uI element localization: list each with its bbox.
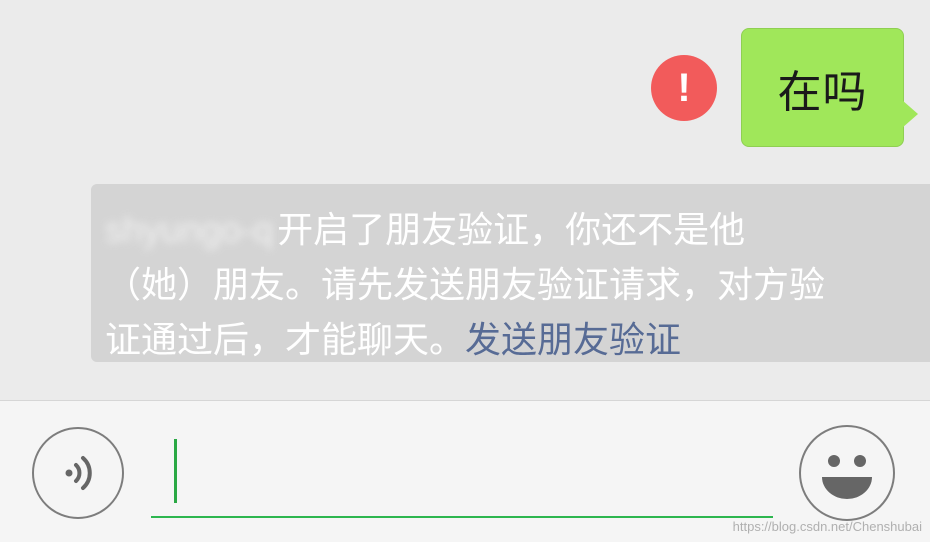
- bubble-tail: [902, 100, 918, 128]
- emoji-smile-icon: [822, 455, 872, 499]
- outgoing-message[interactable]: 在吗: [741, 28, 918, 147]
- input-bar: https://blog.csdn.net/Chenshubai: [0, 400, 930, 542]
- voice-input-icon: [65, 456, 92, 490]
- error-symbol: !: [677, 66, 691, 110]
- watermark: https://blog.csdn.net/Chenshubai: [732, 519, 922, 534]
- exclamation-error-icon[interactable]: !: [651, 55, 717, 121]
- system-notice: shyungo-q 开启了朋友验证，你还不是他 （她）朋友。请先发送朋友验证请求，…: [91, 184, 930, 362]
- notice-line-3: 证通过后，才能聊天。发送朋友验证: [105, 313, 930, 368]
- text-caret: [174, 439, 177, 503]
- message-bubble[interactable]: 在吗: [741, 28, 904, 147]
- notice-line-2: （她）朋友。请先发送朋友验证请求，对方验: [105, 265, 826, 306]
- notice-line-1: shyungo-q 开启了朋友验证，你还不是他: [105, 202, 930, 258]
- message-input[interactable]: [151, 421, 773, 518]
- voice-input-button[interactable]: [32, 427, 124, 519]
- notice-text-3: 证通过后，才能聊天。: [105, 320, 466, 361]
- chat-screen: ! 在吗 shyungo-q 开启了朋友验证，你还不是他 （她）朋友。请先发送朋友…: [0, 0, 930, 542]
- message-text: 在吗: [777, 66, 868, 118]
- blurred-contact-name: shyungo-q: [105, 209, 274, 250]
- send-verification-link[interactable]: 发送朋友验证: [465, 320, 681, 361]
- notice-text-1: 开启了朋友验证，你还不是他: [277, 210, 746, 251]
- emoji-button[interactable]: [799, 425, 895, 521]
